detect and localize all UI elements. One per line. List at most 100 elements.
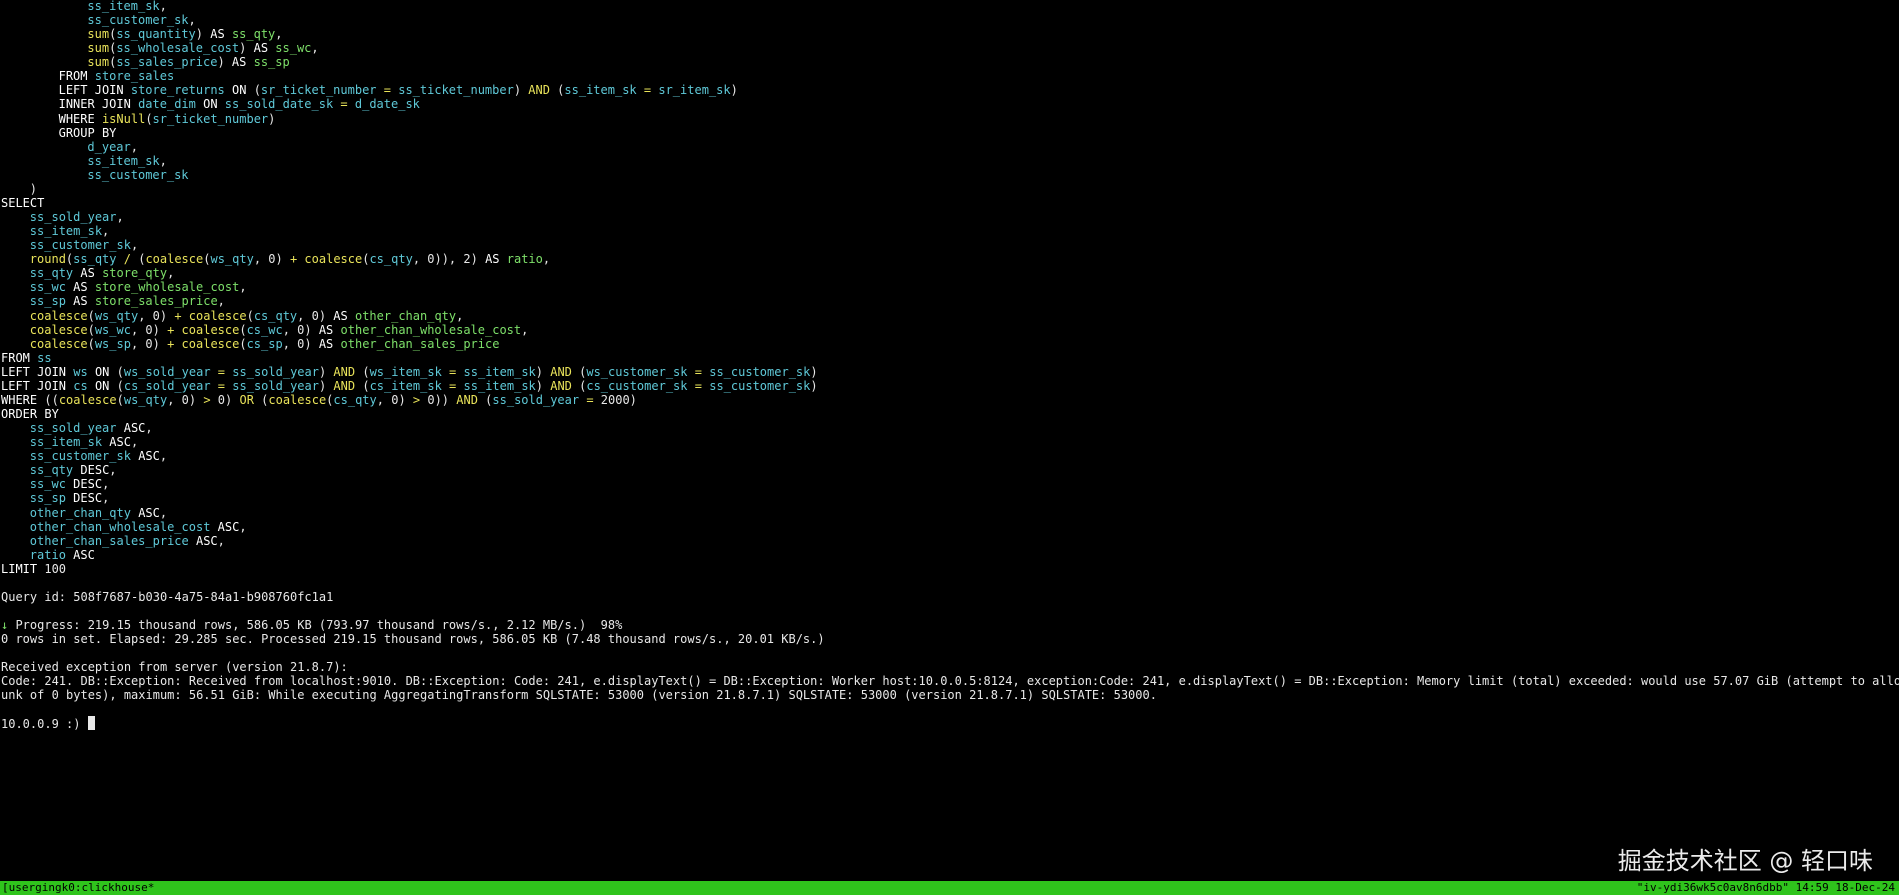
terminal-token: ) (318, 378, 334, 393)
terminal-token: ( (239, 336, 247, 351)
terminal-token: 0 rows in set. Elapsed: 29.285 sec. Proc… (1, 632, 825, 647)
terminal-token: , 0) (253, 252, 290, 267)
terminal-token: ) (810, 364, 818, 379)
terminal-token: ( (355, 378, 370, 393)
terminal-token: ws_item_sk (369, 364, 442, 379)
terminal-token: cs_wc (246, 322, 283, 337)
terminal-token: ws_wc (94, 322, 131, 337)
terminal-token: ws_sp (94, 336, 131, 351)
terminal-token: ON (232, 83, 247, 98)
terminal-token: round (29, 252, 66, 267)
terminal-token: WHERE (58, 111, 95, 126)
terminal-token: cs_qty (369, 252, 413, 267)
terminal-token: , 0) (282, 336, 319, 351)
terminal-token: ) (195, 27, 211, 42)
terminal-token: INNER JOIN (58, 97, 131, 112)
terminal-token: ASC (217, 519, 240, 534)
terminal-token: ss_sold_year (232, 364, 319, 379)
terminal-token: coalesce (268, 392, 327, 407)
terminal-token: other_chan_sales_price (340, 336, 500, 351)
terminal-token: LEFT JOIN (1, 378, 67, 393)
terminal-token: coalesce (304, 252, 363, 267)
terminal-token: AS (231, 55, 247, 70)
terminal-token: , (130, 139, 138, 154)
terminal-token: other_chan_qty (29, 505, 131, 520)
terminal-token: ( (87, 336, 95, 351)
terminal-token: = (383, 83, 391, 98)
terminal-token: 0) (210, 392, 240, 407)
terminal-token: AND (456, 392, 478, 407)
terminal-token: unk of 0 bytes), maximum: 56.51 GiB: Whi… (1, 688, 1157, 703)
terminal-token: isNull (101, 111, 146, 126)
terminal-token: , (167, 266, 175, 281)
terminal-token: coalesce (181, 322, 240, 337)
terminal-token: other_chan_qty (354, 308, 457, 323)
terminal-token: cs_qty (253, 308, 298, 323)
terminal-token: cs_sold_year (123, 378, 211, 393)
terminal-token: , (239, 280, 247, 295)
terminal-token: ASC (138, 505, 160, 520)
terminal-token: Received exception from server (version … (1, 660, 348, 675)
terminal-token: AND (333, 364, 356, 379)
terminal-token: ss_qty (231, 27, 276, 42)
terminal-token: , 0) (138, 308, 175, 323)
terminal-token: , (542, 252, 551, 267)
terminal-token: = (694, 364, 702, 379)
status-host-clock: "iv-ydi36wk5c0av8n6dbb" 14:59 18-Dec-24 (1636, 881, 1895, 894)
terminal-token: cs_item_sk (369, 378, 442, 393)
terminal-line: Query id: 508f7687-b030-4a75-84a1-b90876… (1, 589, 333, 606)
terminal-token: sum (87, 41, 110, 56)
terminal-token: DESC (73, 491, 103, 506)
terminal-token: , (116, 210, 124, 225)
terminal-token: AS (210, 27, 225, 42)
terminal-token: ( (109, 378, 124, 393)
terminal-token: ) (535, 378, 551, 393)
terminal-token: cs_customer_sk (586, 378, 688, 393)
terminal-token: ss_item_sk (87, 0, 160, 13)
terminal-token: ss_wholesale_cost (116, 41, 240, 56)
terminal-token: , (188, 13, 196, 28)
terminal-token: , (159, 505, 168, 520)
terminal-token: ) (29, 181, 38, 196)
terminal-token: = (586, 392, 594, 407)
terminal-token: ss_sold_date_sk (224, 97, 334, 112)
terminal-token: ss_item_sk (463, 364, 536, 379)
terminal-token: cs_qty (333, 392, 377, 407)
terminal-token: ( (246, 83, 261, 98)
terminal-line: 0 rows in set. Elapsed: 29.285 sec. Proc… (1, 631, 825, 648)
terminal-token: DESC (73, 477, 103, 492)
terminal-token: ASC (123, 421, 146, 436)
terminal-token: store_wholesale_cost (94, 280, 240, 295)
terminal-token: , (102, 224, 110, 239)
terminal-token: ( (571, 378, 587, 393)
terminal-token: store_returns (130, 83, 225, 98)
terminal-token: Code: 241. DB::Exception: Received from … (1, 674, 1899, 689)
terminal-token: ss_sold_year (232, 378, 319, 393)
terminal-output[interactable]: ss_item_sk, ss_customer_sk, sum(ss_quantit… (0, 0, 1899, 881)
terminal-token: ( (253, 392, 269, 407)
terminal-token: , (275, 27, 283, 42)
terminal-token: , 0) (130, 322, 168, 337)
terminal-token: date_dim (138, 97, 196, 112)
terminal-token: ss_sold_year (29, 421, 117, 436)
terminal-token: store_qty (102, 266, 168, 281)
terminal-token: ss_item_sk (29, 435, 103, 450)
status-session-window[interactable]: [usergingk0:clickhouse* (2, 881, 154, 895)
terminal-token: ss_wc (29, 477, 66, 492)
